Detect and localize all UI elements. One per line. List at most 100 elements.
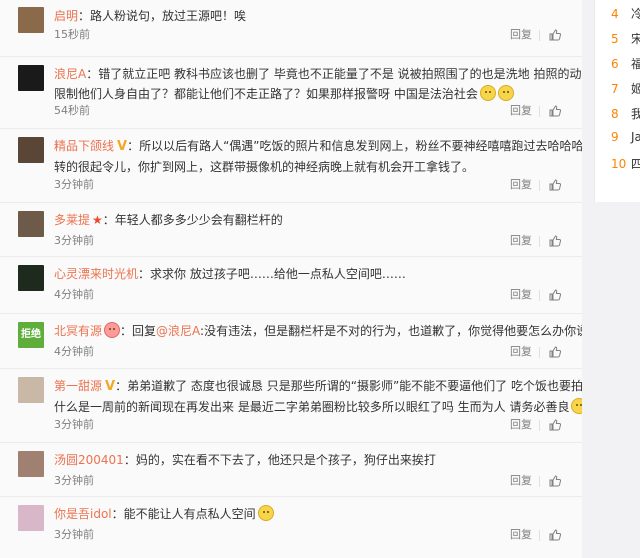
mention-link[interactable]: @浪尼A	[156, 324, 200, 338]
action-divider	[539, 530, 540, 541]
comment-time: 3分钟前	[54, 178, 94, 191]
rank-number: 7	[611, 82, 619, 96]
reply-button[interactable]: 回复	[510, 418, 532, 432]
reply-button[interactable]: 回复	[510, 288, 532, 302]
like-thumb-icon[interactable]	[549, 419, 562, 431]
hot-search-item[interactable]: 5宋	[611, 30, 640, 47]
hot-search-sidebar: 4冷5宋6福7姬8我9Ja10四	[594, 0, 640, 202]
smile-emoji-icon	[104, 322, 121, 338]
verified-badge-icon: V	[105, 379, 116, 394]
verified-badge-icon: V	[117, 139, 128, 154]
star-badge-icon: ★	[92, 213, 103, 227]
comment-line: 多莱提 ★：年轻人都多多少少会有翻栏杆的	[54, 210, 564, 230]
reply-button[interactable]: 回复	[510, 104, 532, 118]
comment-time: 3分钟前	[54, 234, 94, 247]
hot-search-item[interactable]: 7姬	[611, 80, 640, 97]
comment-username[interactable]: 心灵漂来时光机	[54, 267, 138, 281]
comment-item: 启明：路人粉说句，放过王源吧！唉 15秒前 回复	[0, 0, 582, 57]
like-thumb-icon[interactable]	[549, 29, 562, 41]
comment-line: 启明：路人粉说句，放过王源吧！唉	[54, 6, 564, 26]
reply-button[interactable]: 回复	[510, 528, 532, 542]
avatar[interactable]	[18, 265, 44, 291]
separator: ：	[127, 139, 140, 153]
comment-line: 精品下颌线 V：所以以后有路人“偶遇”吃饭的照片和信息发到网上，粉丝不要神经嘻嘻跑…	[54, 136, 582, 157]
reply-button[interactable]: 回复	[510, 345, 532, 359]
comment-item: 精品下颌线 V：所以以后有路人“偶遇”吃饭的照片和信息发到网上，粉丝不要神经嘻嘻跑…	[0, 128, 582, 203]
rank-number: 5	[611, 32, 619, 46]
like-thumb-icon[interactable]	[549, 475, 562, 487]
avatar[interactable]	[18, 137, 44, 163]
reply-button[interactable]: 回复	[510, 28, 532, 42]
rank-text: Ja	[631, 130, 640, 144]
avatar[interactable]	[18, 211, 44, 237]
action-divider	[539, 347, 540, 358]
comment-line: 限制他们人身自由了？都能让他们不走正路了？如果那样报警呀 中国是法治社会	[54, 84, 564, 104]
comment-text: 求求你 放过孩子吧……给他一点私人空间吧……	[150, 267, 406, 281]
comment-line: 心灵漂来时光机：求求你 放过孩子吧……给他一点私人空间吧……	[54, 264, 564, 284]
smile-emoji-icon	[479, 85, 496, 101]
rank-text: 宋	[631, 32, 640, 46]
reply-button[interactable]: 回复	[510, 474, 532, 488]
comment-item: 浪尼A：错了就立正吧 教科书应该也删了 毕竟也不正能量了不是 说被拍照围了的也是…	[0, 56, 582, 129]
comment-line: 浪尼A：错了就立正吧 教科书应该也删了 毕竟也不正能量了不是 说被拍照围了的也是…	[54, 64, 582, 84]
comment-text: 什么是一周前的新闻现在再发出来 是最近二字弟弟圈粉比较多所以眼红了吗 生而为人 …	[54, 400, 570, 414]
comment-item: 汤圆200401：妈的，实在看不下去了，他还只是个孩子，狗仔出来挨打 3分钟前 回复	[0, 442, 582, 497]
avatar[interactable]	[18, 7, 44, 33]
like-thumb-icon[interactable]	[549, 105, 562, 117]
comment-time: 54秒前	[54, 104, 90, 117]
comment-username[interactable]: 多莱提	[54, 213, 90, 227]
action-divider	[539, 180, 540, 191]
avatar-label: 拒绝	[21, 329, 41, 340]
hot-search-item[interactable]: 8我	[611, 105, 640, 122]
rank-number: 6	[611, 57, 619, 71]
separator: ：	[120, 324, 133, 338]
avatar[interactable]	[18, 65, 44, 91]
comment-text: 转的很起令儿，你扩到网上，这群带摄像机的神经病晚上就有机会开工拿钱了。	[54, 160, 475, 174]
rank-number: 9	[611, 130, 619, 144]
comment-line: 转的很起令儿，你扩到网上，这群带摄像机的神经病晚上就有机会开工拿钱了。	[54, 157, 564, 177]
hot-search-item[interactable]: 4冷	[611, 5, 640, 22]
hot-search-item[interactable]: 10 四	[611, 155, 640, 172]
comment-item: 你是吾idol：能不能让人有点私人空间 3分钟前 回复	[0, 496, 582, 558]
comment-text: 错了就立正吧 教科书应该也删了 毕竟也不正能量了不是 说被拍照围了的也是洗地 拍…	[98, 67, 582, 81]
separator: ：	[115, 379, 128, 393]
rank-number: 10	[611, 157, 627, 171]
comment-username[interactable]: 汤圆200401	[54, 453, 124, 467]
smile-emoji-icon	[571, 398, 582, 414]
avatar[interactable]	[18, 505, 44, 531]
comment-username[interactable]: 浪尼A	[54, 67, 86, 81]
comment-text: 妈的，实在看不下去了，他还只是个孩子，狗仔出来挨打	[135, 453, 436, 467]
like-thumb-icon[interactable]	[549, 179, 562, 191]
comment-feed: 启明：路人粉说句，放过王源吧！唉 15秒前 回复 浪尼A：错了就立正吧 教科书应该也删…	[0, 0, 582, 558]
rank-text: 福	[631, 57, 640, 71]
like-thumb-icon[interactable]	[549, 289, 562, 301]
rank-text: 冷	[631, 7, 640, 21]
smile-emoji-icon	[497, 85, 514, 101]
separator: ：	[78, 9, 91, 23]
comment-line: 第一甜源 V：弟弟道歉了 态度也很诚恳 只是那些所谓的“摄影师”能不能不要逼他们了…	[54, 376, 582, 397]
separator: ：	[86, 67, 99, 81]
comment-text: 弟弟道歉了 态度也很诚恳 只是那些所谓的“摄影师”能不能不要逼他们了 吃个饭也要…	[127, 379, 582, 393]
reply-button[interactable]: 回复	[510, 178, 532, 192]
hot-search-item[interactable]: 9 Ja	[611, 130, 640, 144]
avatar[interactable]	[18, 451, 44, 477]
reply-button[interactable]: 回复	[510, 234, 532, 248]
comment-time: 4分钟前	[54, 288, 94, 301]
comment-username[interactable]: 你是吾idol	[54, 507, 112, 521]
like-thumb-icon[interactable]	[549, 529, 562, 541]
action-divider	[539, 30, 540, 41]
comment-text: 年轻人都多多少少会有翻栏杆的	[114, 213, 283, 227]
rank-text: 我	[631, 107, 640, 121]
action-divider	[539, 476, 540, 487]
comment-username[interactable]: 启明	[54, 9, 78, 23]
action-divider	[539, 420, 540, 431]
avatar[interactable]: 拒绝	[18, 322, 44, 348]
like-thumb-icon[interactable]	[549, 235, 562, 247]
hot-search-item[interactable]: 6福	[611, 55, 640, 72]
like-thumb-icon[interactable]	[549, 346, 562, 358]
comment-username[interactable]: 精品下颌线	[54, 139, 114, 153]
avatar[interactable]	[18, 377, 44, 403]
action-divider	[539, 236, 540, 247]
comment-username[interactable]: 第一甜源	[54, 379, 102, 393]
comment-username[interactable]: 北冥有源	[54, 324, 102, 338]
